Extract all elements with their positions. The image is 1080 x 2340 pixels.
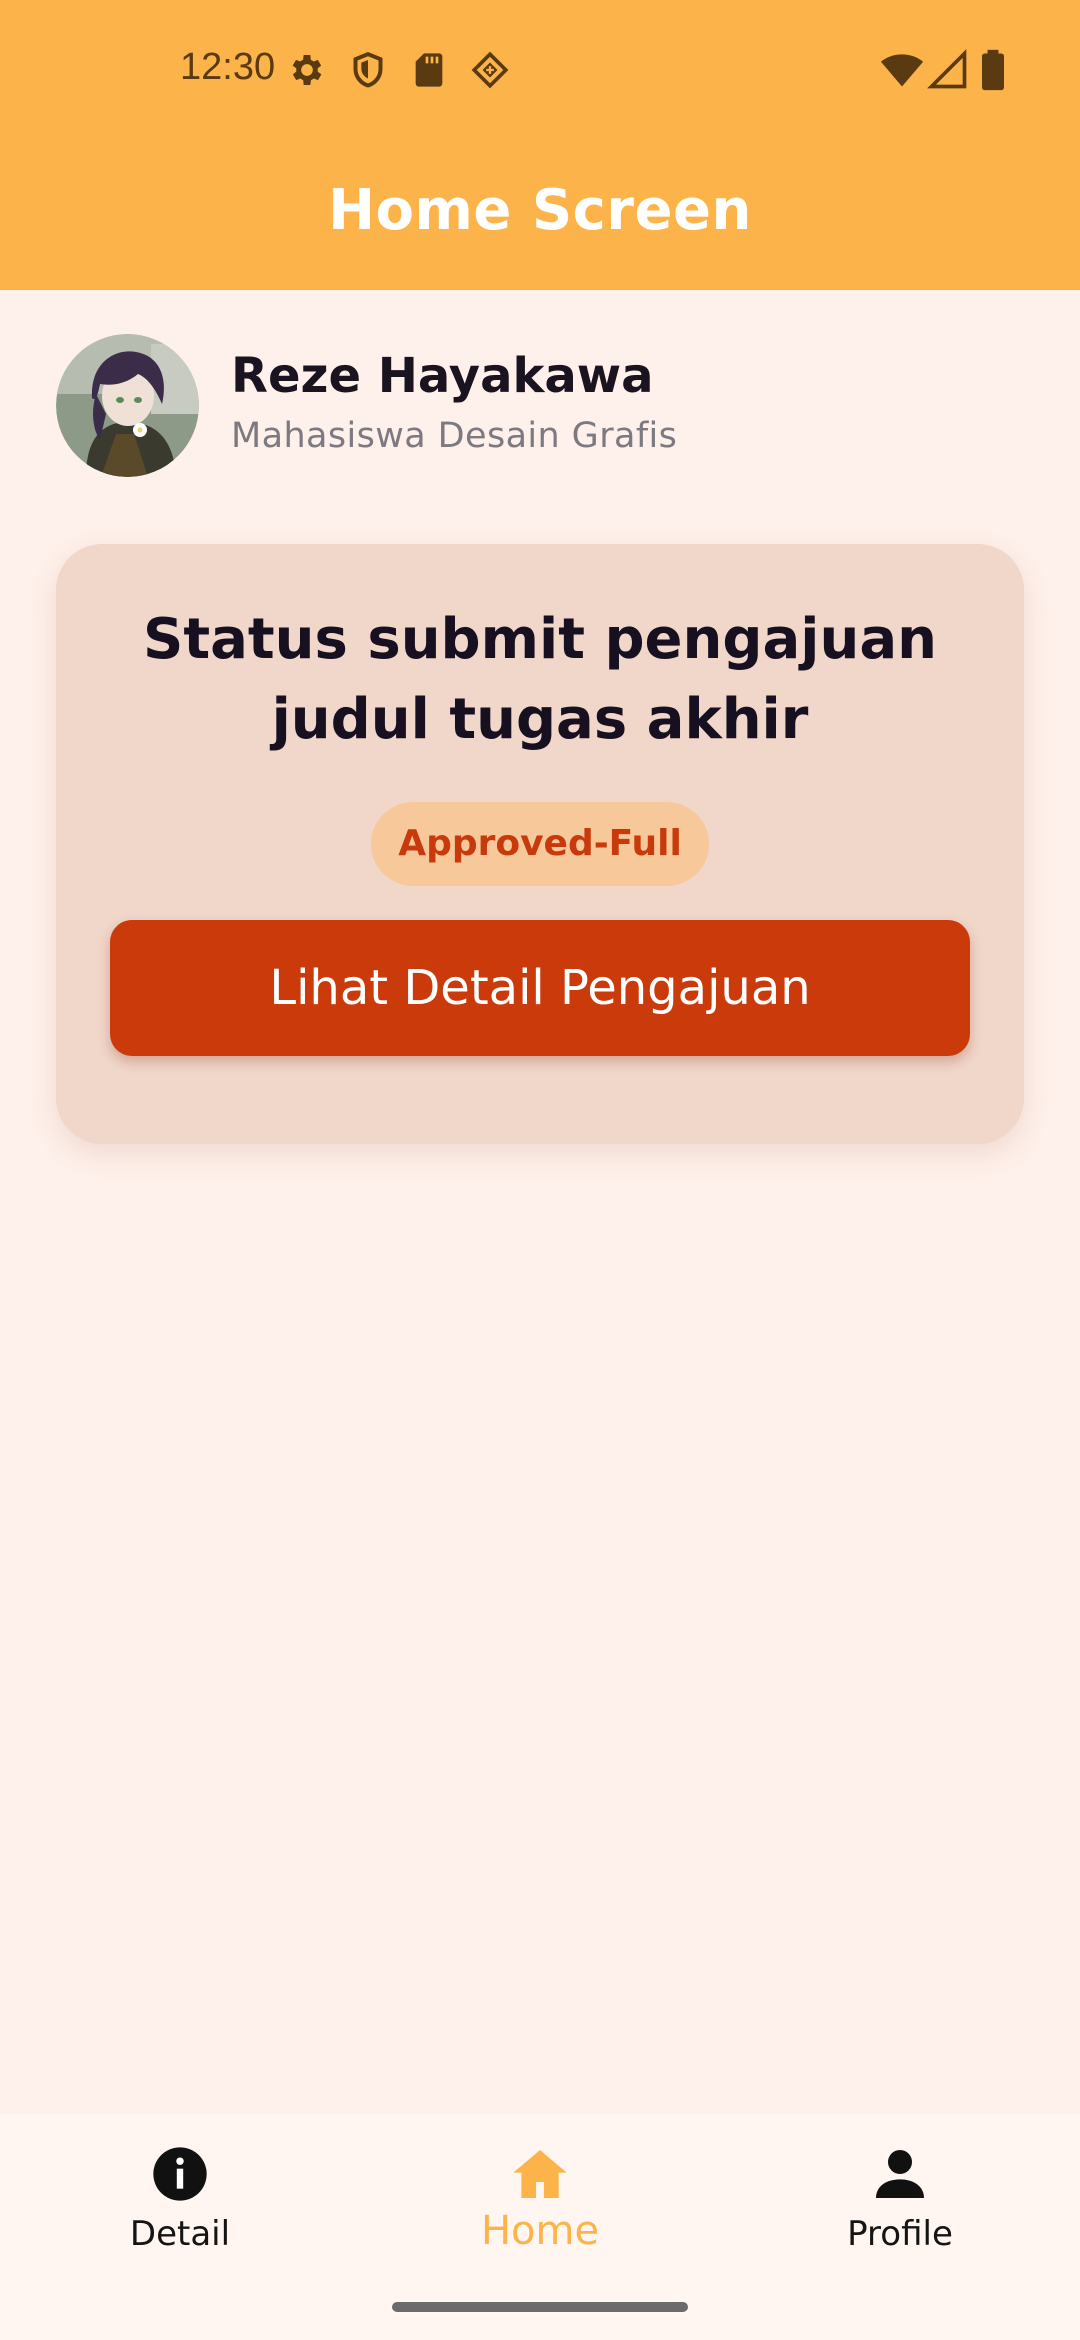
home-icon <box>513 2150 567 2198</box>
battery-icon <box>982 49 1004 91</box>
gesture-home-indicator[interactable] <box>392 2302 688 2312</box>
nav-item-profile[interactable]: Profile <box>780 2142 1020 2292</box>
status-time: 12:30 <box>180 46 276 88</box>
signal-icon <box>927 49 967 89</box>
shield-icon <box>353 52 383 88</box>
sd-card-icon <box>415 53 443 87</box>
info-icon <box>153 2147 207 2201</box>
nav-label-detail: Detail <box>129 2214 231 2254</box>
diamond-icon <box>471 51 509 89</box>
card-title: Status submit pengajuan judul tugas akhi… <box>96 600 984 760</box>
user-name: Reze Hayakawa <box>231 348 654 404</box>
user-role: Mahasiswa Desain Grafis <box>231 416 678 456</box>
status-badge: Approved-Full <box>371 802 709 886</box>
card-title-line-2: judul tugas akhir <box>271 687 809 752</box>
profile-summary: Reze Hayakawa Mahasiswa Desain Grafis <box>56 334 1036 479</box>
view-submission-detail-button[interactable]: Lihat Detail Pengajuan <box>110 920 970 1056</box>
avatar-image <box>56 334 199 477</box>
person-icon <box>876 2150 924 2198</box>
nav-item-detail[interactable]: Detail <box>60 2142 300 2292</box>
wifi-icon <box>880 54 924 87</box>
gear-icon <box>292 55 322 85</box>
status-bar: 12:30 <box>0 0 1080 140</box>
card-title-line-1: Status submit pengajuan <box>143 607 937 672</box>
avatar[interactable] <box>56 334 199 477</box>
app-header: 12:30 Home Screen <box>0 0 1080 290</box>
submission-status-card: Status submit pengajuan judul tugas akhi… <box>56 544 1024 1144</box>
nav-label-home: Home <box>480 2208 600 2254</box>
nav-item-home[interactable]: Home <box>420 2142 660 2292</box>
page-title: Home Screen <box>328 178 752 243</box>
nav-label-profile: Profile <box>847 2214 953 2254</box>
